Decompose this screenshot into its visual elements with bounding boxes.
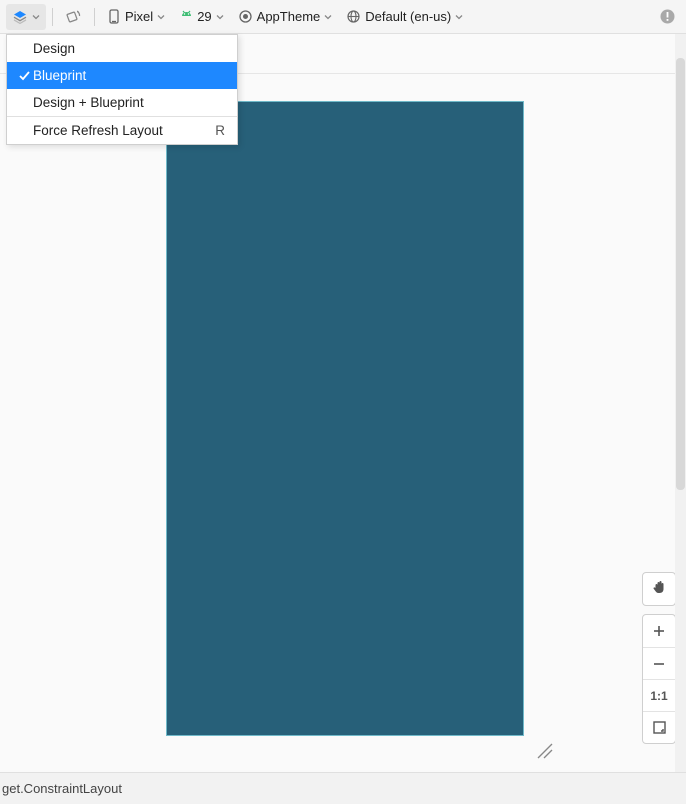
device-selector[interactable]: Pixel (101, 4, 171, 30)
check-icon (15, 69, 33, 82)
zoom-out-button[interactable] (643, 647, 675, 679)
zoom-fit-button[interactable] (643, 711, 675, 743)
locale-label: Default (en-us) (365, 9, 451, 24)
resize-handle[interactable] (532, 738, 554, 763)
hand-icon (651, 579, 668, 599)
rotate-icon (65, 8, 82, 25)
view-mode-menu: Design Blueprint Design + Blueprint Forc… (6, 34, 238, 145)
theme-selector[interactable]: AppTheme (232, 4, 339, 30)
api-label: 29 (197, 9, 211, 24)
chevron-down-icon (455, 13, 463, 21)
device-label: Pixel (125, 9, 153, 24)
chevron-down-icon (157, 13, 165, 21)
theme-icon (238, 9, 253, 24)
menu-item-label: Blueprint (33, 68, 225, 83)
warnings-button[interactable] (655, 4, 680, 30)
orientation-button[interactable] (59, 4, 88, 30)
scrollbar-thumb[interactable] (676, 58, 685, 490)
menu-item-design-blueprint[interactable]: Design + Blueprint (7, 89, 237, 116)
warning-icon (659, 8, 676, 25)
android-icon (179, 9, 194, 24)
api-selector[interactable]: 29 (173, 4, 229, 30)
status-bar: get.ConstraintLayout (0, 772, 686, 804)
toolbar-separator (94, 8, 95, 26)
menu-item-label: Design (33, 41, 225, 56)
toolbar-separator (52, 8, 53, 26)
menu-item-force-refresh[interactable]: Force Refresh Layout R (7, 117, 237, 144)
chevron-down-icon (216, 13, 224, 21)
theme-label: AppTheme (257, 9, 321, 24)
design-toolbar: Pixel 29 AppTheme (0, 0, 686, 34)
phone-icon (107, 9, 121, 25)
blueprint-view[interactable] (166, 101, 524, 736)
locale-selector[interactable]: Default (en-us) (340, 4, 469, 30)
chevron-down-icon (32, 13, 40, 21)
chevron-down-icon (324, 13, 332, 21)
view-mode-button[interactable] (6, 4, 46, 30)
zoom-in-button[interactable] (643, 615, 675, 647)
zoom-reset-button[interactable]: 1:1 (643, 679, 675, 711)
menu-item-design[interactable]: Design (7, 35, 237, 62)
status-text: get.ConstraintLayout (2, 781, 122, 796)
menu-item-shortcut: R (215, 123, 225, 138)
layers-icon (12, 9, 28, 25)
pan-tool[interactable] (642, 572, 676, 606)
vertical-scrollbar[interactable] (675, 34, 686, 772)
globe-icon (346, 9, 361, 24)
menu-item-label: Force Refresh Layout (33, 123, 215, 138)
menu-item-label: Design + Blueprint (33, 95, 225, 110)
zoom-tools: 1:1 (642, 572, 676, 744)
menu-item-blueprint[interactable]: Blueprint (7, 62, 237, 89)
